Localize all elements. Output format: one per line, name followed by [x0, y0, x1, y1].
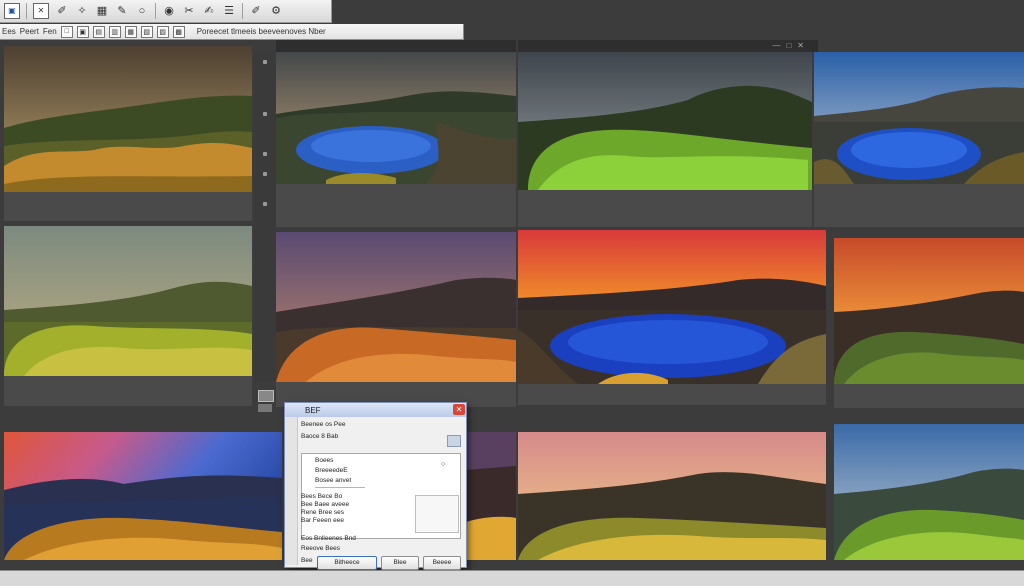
image-cell[interactable] [518, 52, 812, 227]
options-bar: Ees Peert Fen □ ▣ ▤ ▥ ▦ ▧ ▨ ▩ Poreecet t… [0, 24, 464, 40]
preview-box [415, 495, 459, 533]
list-item[interactable]: Bosee anvet [315, 477, 351, 484]
dialog-option[interactable]: Eos Bnlleenes Bnd [301, 535, 356, 542]
apply-button[interactable]: Blee [381, 556, 419, 570]
dialog-side-strip [285, 417, 298, 565]
image-cell[interactable] [466, 432, 516, 560]
divider [315, 487, 365, 488]
image-cell[interactable] [518, 230, 826, 405]
top-toolbar: ▣ ✕ ✐ ✧ ▦ ✎ ○ ◉ ✂ ✍ ☰ ✐ ⚙ [0, 0, 332, 23]
mark-icon[interactable]: ✕ [33, 3, 49, 19]
image-cell[interactable] [518, 432, 826, 560]
landscape-thumbnail[interactable] [4, 226, 252, 376]
image-cell[interactable] [276, 52, 516, 227]
close-icon[interactable]: ✕ [453, 404, 465, 415]
side-tool-strip [254, 52, 276, 412]
circle-icon[interactable]: ○ [135, 4, 149, 18]
settings-dialog: BEF ✕ Beenee os Pee Baoce 8 Bab Boees Br… [284, 402, 467, 570]
toolbar-separator [155, 3, 156, 19]
radio-icon[interactable]: ○ [441, 461, 445, 468]
image-cell[interactable] [4, 46, 252, 221]
options-label: Peert [19, 27, 39, 36]
panel-header [276, 40, 516, 52]
eyedropper-icon[interactable]: ◉ [162, 4, 176, 18]
toolbar-separator [26, 3, 27, 19]
toolbar-separator [242, 3, 243, 19]
landscape-thumbnail[interactable] [518, 52, 812, 190]
minimize-icon[interactable]: — [772, 41, 780, 50]
panel-header: — □ ✕ [518, 40, 818, 52]
dialog-option[interactable]: Reeove Bees [301, 545, 340, 552]
dialog-option[interactable]: Beenee os Pee [301, 421, 345, 428]
ok-button[interactable]: Bitheece [317, 556, 377, 570]
option-icon[interactable]: ▧ [140, 25, 153, 38]
dialog-option[interactable]: Baoce 8 Bab [301, 433, 338, 440]
gear-icon[interactable]: ⚙ [269, 4, 283, 18]
close-icon[interactable]: ✕ [797, 41, 804, 50]
list-item[interactable]: Boees [315, 457, 333, 464]
frame-icon[interactable]: ▦ [95, 4, 109, 18]
strip-handle-icon[interactable] [263, 202, 267, 206]
wand-icon[interactable]: ✧ [75, 4, 89, 18]
image-cell[interactable] [4, 432, 282, 560]
strip-handle-icon[interactable] [263, 172, 267, 176]
list-item[interactable]: Rene Bree ses [301, 509, 344, 516]
status-bar [0, 570, 1024, 586]
option-icon[interactable]: □ [60, 25, 73, 38]
edit-icon[interactable]: ✍ [202, 4, 216, 18]
select-icon[interactable]: ▣ [4, 3, 20, 19]
list-item[interactable]: Bee Baee aveee [301, 501, 349, 508]
dialog-title: BEF [305, 405, 321, 415]
option-icon[interactable]: ▨ [156, 25, 169, 38]
clone-icon[interactable]: ✂ [182, 4, 196, 18]
layers-icon[interactable]: ☰ [222, 4, 236, 18]
options-label: Ees [2, 27, 16, 36]
landscape-thumbnail[interactable] [834, 424, 1024, 560]
landscape-thumbnail[interactable] [4, 432, 282, 560]
landscape-thumbnail[interactable] [518, 230, 826, 384]
landscape-thumbnail[interactable] [276, 52, 516, 184]
crop-icon[interactable]: ✐ [55, 4, 69, 18]
strip-handle-icon[interactable] [263, 60, 267, 64]
list-item[interactable]: Bees Bece Bo [301, 493, 342, 500]
panel-controls: — □ ✕ [772, 41, 804, 50]
landscape-thumbnail[interactable] [276, 232, 516, 382]
dialog-option: Bee [301, 557, 313, 564]
cancel-button[interactable]: Beeee [423, 556, 461, 570]
image-cell[interactable] [834, 424, 1024, 560]
strip-handle-icon[interactable] [263, 152, 267, 156]
option-icon[interactable]: ▦ [124, 25, 137, 38]
options-label: Fen [42, 27, 57, 36]
landscape-thumbnail[interactable] [466, 432, 516, 560]
image-cell[interactable] [4, 226, 252, 406]
strip-button-icon[interactable] [258, 390, 274, 402]
image-cell[interactable] [814, 52, 1024, 227]
brush-icon[interactable]: ✎ [115, 4, 129, 18]
option-icon[interactable]: ▩ [172, 25, 185, 38]
landscape-thumbnail[interactable] [834, 238, 1024, 384]
maximize-icon[interactable]: □ [786, 41, 791, 50]
strip-handle-icon[interactable] [263, 112, 267, 116]
landscape-thumbnail[interactable] [518, 432, 826, 560]
dialog-titlebar[interactable]: BEF ✕ [285, 403, 466, 417]
list-item[interactable]: Bar Feeen eee [301, 517, 344, 524]
option-icon[interactable]: ▥ [108, 25, 121, 38]
options-description: Poreecet tlmeeis beeveenoves Nber [196, 27, 326, 36]
dropper-icon[interactable]: ✐ [249, 4, 263, 18]
list-item[interactable]: BreeeedeE [315, 467, 348, 474]
dialog-body: Beenee os Pee Baoce 8 Bab Boees Breeeede… [285, 417, 466, 570]
scroll-arrow-icon[interactable] [447, 435, 461, 447]
image-cell[interactable] [276, 232, 516, 407]
landscape-thumbnail[interactable] [814, 52, 1024, 184]
strip-button-icon[interactable] [258, 404, 272, 412]
landscape-thumbnail[interactable] [4, 46, 252, 192]
option-icon[interactable]: ▣ [76, 25, 89, 38]
option-icon[interactable]: ▤ [92, 25, 105, 38]
image-cell[interactable] [834, 238, 1024, 408]
